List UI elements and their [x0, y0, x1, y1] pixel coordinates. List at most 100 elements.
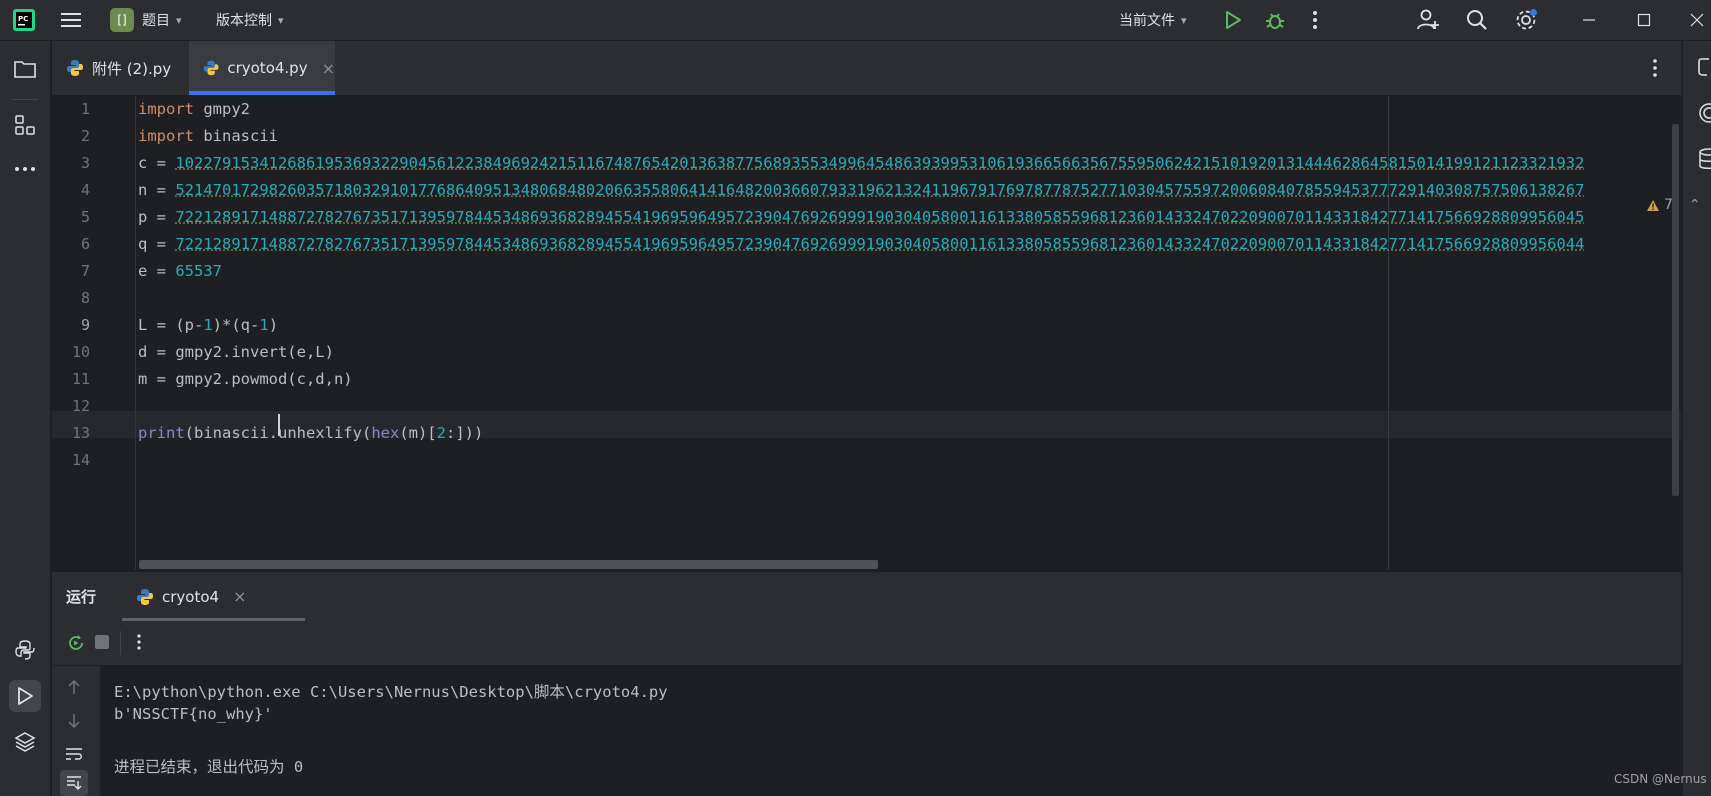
warning-icon	[1646, 199, 1660, 212]
code-text: (m)[	[399, 424, 436, 442]
run-panel-title: 运行	[66, 572, 96, 621]
line-number: 6	[52, 231, 90, 258]
code-line: c = 102279153412686195369322904561223849…	[138, 150, 1584, 177]
vcs-menu[interactable]: 版本控制 ▾	[216, 0, 284, 40]
chevron-down-icon: ▾	[176, 14, 182, 27]
line-number: 14	[52, 447, 90, 474]
builtin: hex	[371, 424, 399, 442]
line-number: 7	[52, 258, 90, 285]
vertical-scrollbar[interactable]	[1672, 124, 1679, 496]
search-icon[interactable]	[1466, 0, 1488, 40]
minimize-icon[interactable]	[1582, 0, 1596, 40]
project-selector[interactable]: [] 题目 ▾	[110, 0, 182, 40]
project-name: 题目	[142, 10, 170, 30]
layers-icon[interactable]	[9, 726, 41, 758]
toolbar-divider	[12, 99, 38, 100]
tab-cryoto4-py[interactable]: cryoto4.py ×	[189, 41, 335, 95]
soft-wrap-icon[interactable]	[64, 746, 84, 766]
code-editor[interactable]: 1 2 3 4 5 6 7 8 9 10 11 12 13 14 import …	[52, 96, 1681, 570]
scroll-to-end-icon[interactable]	[60, 770, 88, 796]
run-icon[interactable]	[1224, 0, 1242, 40]
rerun-icon[interactable]	[66, 633, 86, 657]
line-number: 3	[52, 150, 90, 177]
main-menu-icon[interactable]	[60, 0, 82, 40]
number-literal: 7221289171488727827673517139597844534869…	[175, 208, 1584, 226]
right-tool-window-bar	[1683, 41, 1711, 796]
close-icon[interactable]	[1690, 0, 1704, 40]
code-text: e =	[138, 262, 175, 280]
stop-icon[interactable]	[95, 635, 109, 649]
chevron-down-icon: ▾	[278, 14, 284, 27]
code-line: q = 722128917148872782767351713959784453…	[138, 231, 1584, 258]
python-icon	[136, 588, 154, 606]
debug-icon[interactable]	[1264, 0, 1286, 40]
run-toolbar	[52, 621, 1681, 666]
builtin: print	[138, 424, 185, 442]
more-tools-icon[interactable]	[9, 153, 41, 185]
tab-actions-more-icon[interactable]	[1652, 58, 1658, 82]
horizontal-scrollbar[interactable]	[139, 560, 878, 569]
python-file-icon	[203, 59, 219, 77]
code-text: :]))	[446, 424, 483, 442]
previous-highlight-icon[interactable]: ⌃	[1689, 197, 1701, 213]
line-number: 1	[52, 96, 90, 123]
number-literal: 1022791534126861953693229045612238496924…	[175, 154, 1584, 172]
keyword: import	[138, 100, 194, 118]
line-number: 11	[52, 366, 90, 393]
tab-label: cryoto4.py	[227, 59, 307, 77]
maximize-icon[interactable]	[1637, 0, 1651, 40]
code-area[interactable]: import gmpy2 import binascii c = 1022791…	[138, 96, 1658, 570]
more-icon[interactable]	[136, 633, 142, 655]
code-line: d = gmpy2.invert(e,L)	[138, 339, 334, 366]
code-text: L = (p-	[138, 316, 203, 334]
line-number: 8	[52, 285, 90, 312]
code-line: L = (p-1)*(q-1)	[138, 312, 278, 339]
run-config-label: 当前文件	[1119, 10, 1175, 30]
watermark: CSDN @Nernus	[1614, 772, 1707, 786]
more-icon[interactable]	[1312, 0, 1318, 40]
run-tool-window-header: 运行 cryoto4 ×	[52, 571, 1681, 621]
code-text: )*(q-	[213, 316, 260, 334]
run-tool-window-icon[interactable]	[9, 680, 41, 712]
code-line: n = 521470172982603571803291017768640951…	[138, 177, 1584, 204]
vcs-label: 版本控制	[216, 10, 272, 30]
project-badge: []	[110, 8, 134, 32]
number-literal: 1	[259, 316, 268, 334]
scroll-down-icon[interactable]	[66, 712, 82, 734]
line-number: 9	[52, 312, 90, 339]
code-text: binascii	[194, 127, 278, 145]
run-tab-cryoto4[interactable]: cryoto4 ×	[122, 572, 305, 621]
line-number-gutter: 1 2 3 4 5 6 7 8 9 10 11 12 13 14	[52, 96, 134, 570]
database-icon[interactable]	[1697, 147, 1711, 175]
pycharm-logo-icon[interactable]: PC	[12, 0, 36, 40]
line-number: 5	[52, 204, 90, 231]
console-line: 进程已结束，退出代码为 0	[114, 755, 303, 777]
ai-assistant-icon[interactable]	[1697, 101, 1711, 129]
tab-label: 附件 (2).py	[92, 58, 171, 79]
console-output[interactable]: E:\python\python.exe C:\Users\Nernus\Des…	[100, 666, 1681, 796]
line-number: 4	[52, 177, 90, 204]
python-packages-icon[interactable]	[9, 634, 41, 666]
code-text: )	[269, 316, 278, 334]
code-line: import binascii	[138, 123, 278, 150]
run-configuration-selector[interactable]: 当前文件 ▾	[1119, 0, 1187, 40]
svg-text:PC: PC	[18, 15, 28, 23]
close-tab-icon[interactable]: ×	[322, 59, 335, 78]
code-line: p = 722128917148872782767351713959784453…	[138, 204, 1584, 231]
scroll-up-icon[interactable]	[66, 678, 82, 700]
add-user-icon[interactable]	[1416, 0, 1440, 40]
structure-icon[interactable]	[9, 109, 41, 141]
project-folder-icon[interactable]	[9, 53, 41, 85]
python-file-icon	[66, 59, 84, 77]
console-side-toolbar	[52, 666, 100, 796]
code-line: print(binascii.unhexlify(hex(m)[2:]))	[138, 420, 483, 447]
code-line: e = 65537	[138, 258, 222, 285]
close-run-tab-icon[interactable]: ×	[233, 587, 246, 606]
notifications-icon[interactable]	[1697, 55, 1711, 83]
code-line: m = gmpy2.powmod(c,d,n)	[138, 366, 353, 393]
code-text: p =	[138, 208, 175, 226]
left-tool-window-bar	[0, 41, 51, 796]
chevron-down-icon: ▾	[1181, 14, 1187, 27]
settings-icon[interactable]	[1514, 0, 1538, 40]
console-line: b'NSSCTF{no_why}'	[114, 705, 273, 723]
